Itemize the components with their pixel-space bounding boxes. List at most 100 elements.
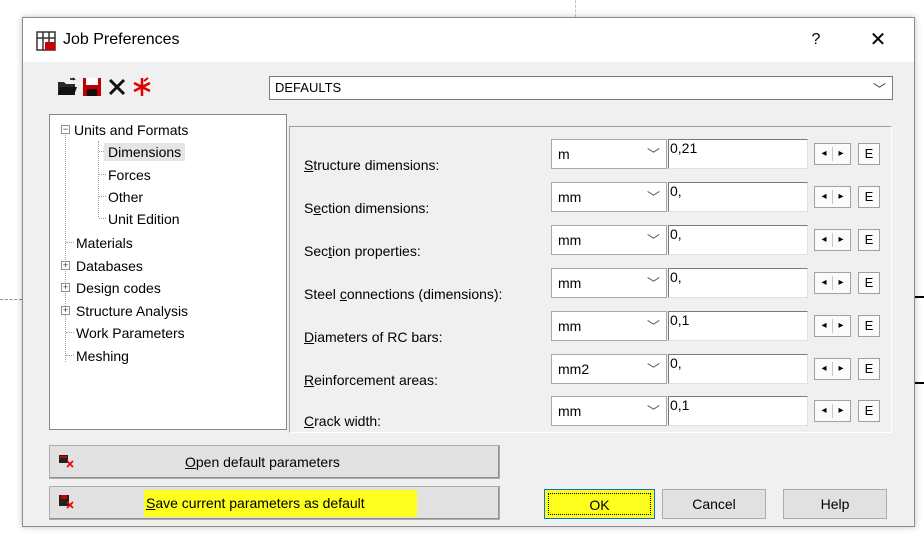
tree-guide-line xyxy=(99,174,106,175)
unit-select-value: mm xyxy=(558,275,582,291)
app-icon xyxy=(36,31,56,51)
row-label: Structure dimensions: xyxy=(304,157,440,173)
precision-spinner[interactable]: ◂ ▸ xyxy=(814,229,851,251)
chevron-down-icon: ﹀ xyxy=(646,190,660,205)
row-steel-connections: Steel connections (dimensions): mm ﹀ 0, ◂… xyxy=(290,268,890,302)
unit-select[interactable]: mm ﹀ xyxy=(551,225,667,255)
value-field[interactable]: 0, xyxy=(668,268,808,298)
tree-guide-line xyxy=(98,141,99,217)
dimensions-panel: Structure dimensions: m ﹀ 0,21 ◂ ▸ E Secti… xyxy=(289,126,892,433)
tree-expander-plus[interactable]: + xyxy=(61,261,70,270)
help-title-button[interactable]: ? xyxy=(801,26,831,54)
value-field[interactable]: 0, xyxy=(668,182,808,212)
unit-select-value: mm xyxy=(558,189,582,205)
row-structure-dimensions: Structure dimensions: m ﹀ 0,21 ◂ ▸ E xyxy=(290,139,890,173)
unit-select[interactable]: mm ﹀ xyxy=(551,311,667,341)
increase-arrow-icon[interactable]: ▸ xyxy=(833,190,849,204)
precision-spinner[interactable]: ◂ ▸ xyxy=(814,272,851,294)
increase-arrow-icon[interactable]: ▸ xyxy=(833,233,849,247)
exponent-button[interactable]: E xyxy=(858,143,880,165)
save-disk-icon[interactable] xyxy=(81,76,103,98)
increase-arrow-icon[interactable]: ▸ xyxy=(833,362,849,376)
tree-item-structure-analysis[interactable]: Structure Analysis xyxy=(76,302,188,320)
tree-item-other[interactable]: Other xyxy=(108,188,143,206)
open-default-parameters-button[interactable]: Open default parameters xyxy=(49,445,500,479)
ok-button-label: OK xyxy=(589,497,610,513)
unit-select[interactable]: m ﹀ xyxy=(551,139,667,169)
tree-item-design-codes[interactable]: Design codes xyxy=(76,279,161,297)
tree-item-unit-edition[interactable]: Unit Edition xyxy=(108,210,180,228)
row-section-properties: Section properties: mm ﹀ 0, ◂ ▸ E xyxy=(290,225,890,259)
reset-star-icon[interactable] xyxy=(131,76,153,98)
value-field[interactable]: 0,1 xyxy=(668,396,808,426)
chevron-down-icon: ﹀ xyxy=(646,233,660,248)
tree-item-databases[interactable]: Databases xyxy=(76,257,143,275)
help-button[interactable]: Help xyxy=(783,489,887,519)
value-field[interactable]: 0,21 xyxy=(668,139,808,169)
value-field[interactable]: 0,1 xyxy=(668,311,808,341)
unit-select[interactable]: mm ﹀ xyxy=(551,268,667,298)
chevron-down-icon: ﹀ xyxy=(646,276,660,291)
tree-item-dimensions[interactable]: Dimensions xyxy=(104,143,186,161)
precision-spinner[interactable]: ◂ ▸ xyxy=(814,143,851,165)
cancel-button[interactable]: Cancel xyxy=(662,489,766,519)
ok-button[interactable]: OK xyxy=(544,489,655,519)
tree-item-units-and-formats[interactable]: Units and Formats xyxy=(74,121,188,139)
increase-arrow-icon[interactable]: ▸ xyxy=(833,147,849,161)
precision-spinner[interactable]: ◂ ▸ xyxy=(814,186,851,208)
tree-item-meshing[interactable]: Meshing xyxy=(76,347,129,365)
precision-spinner[interactable]: ◂ ▸ xyxy=(814,400,851,422)
profile-select[interactable]: DEFAULTS ﹀ xyxy=(269,76,893,100)
tree-item-work-parameters[interactable]: Work Parameters xyxy=(76,324,185,342)
exponent-button[interactable]: E xyxy=(858,400,880,422)
decrease-arrow-icon[interactable]: ◂ xyxy=(816,147,833,161)
exponent-button[interactable]: E xyxy=(858,272,880,294)
value-field-text: 0, xyxy=(670,226,682,242)
profile-select-value: DEFAULTS xyxy=(275,80,342,95)
exponent-button[interactable]: E xyxy=(858,229,880,251)
tree-expander-plus[interactable]: + xyxy=(61,283,70,292)
row-rc-bar-diameters: Diameters of RC bars: mm ﹀ 0,1 ◂ ▸ E xyxy=(290,311,890,345)
precision-spinner[interactable]: ◂ ▸ xyxy=(814,315,851,337)
background-guide-line xyxy=(0,299,22,300)
exponent-button[interactable]: E xyxy=(858,315,880,337)
exponent-button[interactable]: E xyxy=(858,186,880,208)
value-field[interactable]: 0, xyxy=(668,225,808,255)
save-current-parameters-button[interactable]: Save current parameters as default xyxy=(49,486,500,520)
row-label: Crack width: xyxy=(304,413,382,429)
exponent-button[interactable]: E xyxy=(858,358,880,380)
tree-expander-minus[interactable]: − xyxy=(61,125,70,134)
open-default-parameters-label: Open default parameters xyxy=(185,454,340,470)
unit-select[interactable]: mm ﹀ xyxy=(551,182,667,212)
tree-guide-line xyxy=(66,332,74,333)
row-crack-width: Crack width: mm ﹀ 0,1 ◂ ▸ E xyxy=(290,396,890,429)
close-button[interactable]: ✕ xyxy=(858,26,898,54)
tree-item-forces[interactable]: Forces xyxy=(108,166,151,184)
decrease-arrow-icon[interactable]: ◂ xyxy=(816,190,833,204)
delete-x-icon[interactable] xyxy=(106,76,128,98)
decrease-arrow-icon[interactable]: ◂ xyxy=(816,404,833,418)
unit-select-value: mm xyxy=(558,232,582,248)
tree-expander-plus[interactable]: + xyxy=(61,306,70,315)
decrease-arrow-icon[interactable]: ◂ xyxy=(816,276,833,290)
value-field-text: 0, xyxy=(670,355,682,371)
open-folder-icon[interactable] xyxy=(56,76,78,98)
tree-item-materials[interactable]: Materials xyxy=(76,234,133,252)
unit-select-value: mm xyxy=(558,403,582,419)
row-section-dimensions: Section dimensions: mm ﹀ 0, ◂ ▸ E xyxy=(290,182,890,216)
preferences-tree: − Units and Formats Dimensions Forces Ot… xyxy=(49,114,287,430)
value-field[interactable]: 0, xyxy=(668,354,808,384)
unit-select[interactable]: mm2 ﹀ xyxy=(551,354,667,384)
background-guide-line xyxy=(575,0,576,17)
increase-arrow-icon[interactable]: ▸ xyxy=(833,276,849,290)
increase-arrow-icon[interactable]: ▸ xyxy=(833,404,849,418)
row-label: Section dimensions: xyxy=(304,200,430,216)
unit-select[interactable]: mm ﹀ xyxy=(551,396,667,426)
increase-arrow-icon[interactable]: ▸ xyxy=(833,319,849,333)
precision-spinner[interactable]: ◂ ▸ xyxy=(814,358,851,380)
unit-select-value: m xyxy=(558,146,570,162)
decrease-arrow-icon[interactable]: ◂ xyxy=(816,319,833,333)
tree-guide-line xyxy=(99,196,106,197)
decrease-arrow-icon[interactable]: ◂ xyxy=(816,362,833,376)
decrease-arrow-icon[interactable]: ◂ xyxy=(816,233,833,247)
